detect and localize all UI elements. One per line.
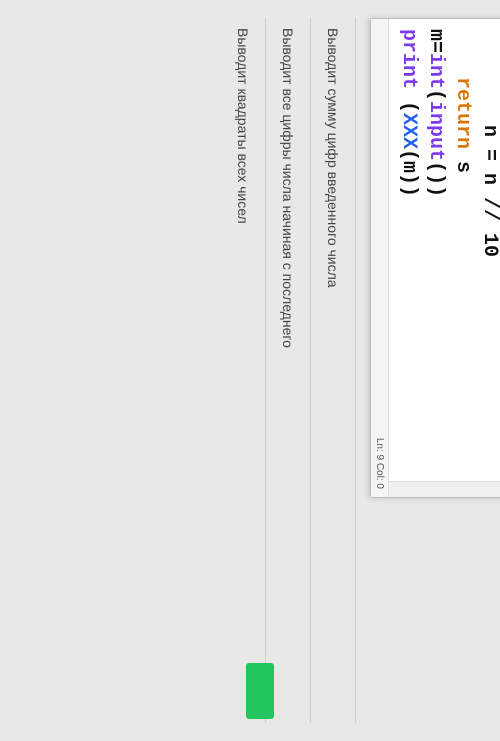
code-line: n = n // 10 bbox=[476, 29, 500, 487]
kw-return: return bbox=[451, 77, 474, 149]
code-editor[interactable]: def XXX(n): s = 0 while n!= 0: s=s+ n % … bbox=[389, 19, 500, 497]
code-text: m= bbox=[424, 29, 447, 53]
fn-call: XXX bbox=[397, 113, 420, 149]
code-text: ( bbox=[397, 89, 420, 113]
cursor-position: Ln: 9 Col: 0 bbox=[374, 438, 385, 489]
builtin-int: int bbox=[424, 53, 447, 89]
code-text: (m)) bbox=[397, 149, 420, 197]
option-3[interactable]: Выводит квадраты всех чисел bbox=[221, 18, 266, 723]
code-text: ()) bbox=[424, 161, 447, 197]
builtin-print: print bbox=[397, 29, 420, 89]
code-text: s bbox=[451, 149, 474, 173]
option-1[interactable]: Выводит сумму цифр введенного числа bbox=[311, 18, 356, 723]
idle-window: 7.py - C:\Users\Администратор\AppData\Lo… bbox=[370, 18, 500, 498]
builtin-input: input bbox=[424, 101, 447, 161]
status-bar: Ln: 9 Col: 0 bbox=[371, 19, 389, 497]
answer-options: Выводит сумму цифр введенного числа Выво… bbox=[221, 18, 356, 723]
code-text: ( bbox=[424, 89, 447, 101]
code-indent bbox=[451, 29, 474, 77]
option-2[interactable]: Выводит все цифры числа начиная с послед… bbox=[266, 18, 311, 723]
vertical-scrollbar[interactable] bbox=[389, 481, 500, 497]
submit-button[interactable] bbox=[246, 663, 274, 719]
